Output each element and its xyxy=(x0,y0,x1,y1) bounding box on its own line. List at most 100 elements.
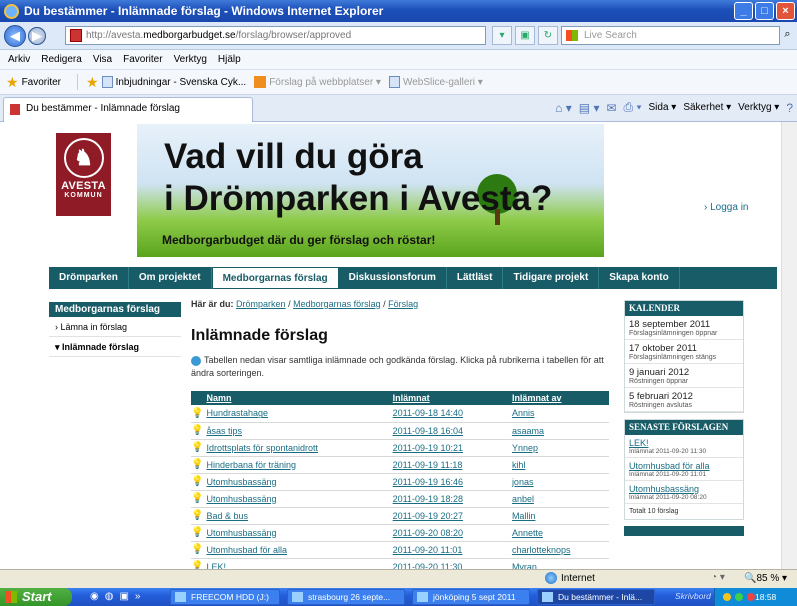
refresh-icon[interactable]: ↻ xyxy=(538,26,558,45)
safety-menu[interactable]: Säkerhet ▾ xyxy=(683,102,731,113)
row-date-link[interactable]: 2011-09-19 11:18 xyxy=(389,456,509,474)
leftnav-item-inlamnade[interactable]: ▾ Inlämnade förslag xyxy=(49,337,181,357)
row-date-link[interactable]: 2011-09-18 14:40 xyxy=(389,405,509,423)
breadcrumb-forslag[interactable]: Förslag xyxy=(388,299,418,309)
row-author-link[interactable]: charlotteknops xyxy=(508,541,609,559)
row-author-link[interactable]: Annette xyxy=(508,524,609,542)
row-date-link[interactable]: 2011-09-19 20:27 xyxy=(389,507,509,525)
quicklaunch-more-icon[interactable]: » xyxy=(135,591,141,602)
feeds-icon[interactable]: ▤ ▾ xyxy=(579,101,600,115)
row-date-link[interactable]: 2011-09-20 11:01 xyxy=(389,541,509,559)
taskbar-button-jonkoping[interactable]: jönköping 5 sept 2011 xyxy=(412,589,530,605)
menu-help[interactable]: Hjälp xyxy=(218,54,241,65)
search-icon[interactable]: ⌕ xyxy=(780,26,795,45)
row-date-link[interactable]: 2011-09-18 16:04 xyxy=(389,422,509,440)
nav-lattlast[interactable]: Lättläst xyxy=(447,267,504,289)
quicklaunch-media-icon[interactable]: ◉ xyxy=(90,591,99,602)
fav-item-webslice[interactable]: WebSlice-galleri ▾ xyxy=(388,76,483,88)
nav-diskussionsforum[interactable]: Diskussionsforum xyxy=(339,267,447,289)
tools-menu[interactable]: Verktyg ▾ xyxy=(738,102,779,113)
minimize-button[interactable]: _ xyxy=(734,2,753,20)
menu-file[interactable]: Arkiv xyxy=(8,54,30,65)
row-name-link[interactable]: Utomhusbad för alla xyxy=(203,541,390,559)
help-icon[interactable]: ? xyxy=(786,101,793,115)
row-author-link[interactable]: Annis xyxy=(508,405,609,423)
row-name-link[interactable]: Idrottsplats för spontanidrott xyxy=(203,439,390,457)
login-link[interactable]: › Logga in xyxy=(704,202,748,213)
address-input[interactable]: http://avesta.medborgarbudget.se/forslag… xyxy=(65,26,486,45)
menu-view[interactable]: Visa xyxy=(93,54,112,65)
column-header-inlamnat-av[interactable]: Inlämnat av xyxy=(508,391,609,405)
search-input[interactable]: Live Search xyxy=(561,26,780,45)
nav-medborgarnas-forslag[interactable]: Medborgarnas förslag xyxy=(211,267,339,289)
row-name-link[interactable]: Utomhusbassäng xyxy=(203,473,390,491)
menu-favorites[interactable]: Favoriter xyxy=(123,54,162,65)
quicklaunch-desktop-icon[interactable]: ▣ xyxy=(119,591,128,602)
latest-item-link[interactable]: Utomhusbad för alla xyxy=(629,461,739,471)
tray-security-icon[interactable] xyxy=(747,593,755,601)
row-name-link[interactable]: Utomhusbassäng xyxy=(203,490,390,508)
dropdown-icon[interactable]: ▾ xyxy=(492,26,512,45)
clock[interactable]: 18:58 xyxy=(755,592,776,602)
tab-current[interactable]: Du bestämmer - Inlämnade förslag xyxy=(3,97,253,122)
close-button[interactable]: × xyxy=(776,2,795,20)
home-icon[interactable]: ⌂ ▾ xyxy=(555,101,572,115)
row-date-link[interactable]: 2011-09-19 10:21 xyxy=(389,439,509,457)
protected-mode-icon[interactable]: ◔ ▾ xyxy=(711,572,725,583)
taskbar-button-strasbourg[interactable]: strasbourg 26 septe... xyxy=(287,589,405,605)
nav-tidigare-projekt[interactable]: Tidigare projekt xyxy=(503,267,600,289)
row-date-link[interactable]: 2011-09-20 11:30 xyxy=(389,558,509,569)
row-name-link[interactable]: Utomhusbassäng xyxy=(203,524,390,542)
menu-tools[interactable]: Verktyg xyxy=(174,54,207,65)
fav-item-suggested[interactable]: Förslag på webbplatser ▾ xyxy=(254,76,381,88)
row-name-link[interactable]: Hinderbana för träning xyxy=(203,456,390,474)
nav-dromparken[interactable]: Drömparken xyxy=(49,267,129,289)
row-name-link[interactable]: Hundrastahage xyxy=(203,405,390,423)
breadcrumb-dromparken[interactable]: Drömparken xyxy=(236,299,286,309)
maximize-button[interactable]: □ xyxy=(755,2,774,20)
avesta-logo[interactable]: ♞ AVESTA KOMMUN xyxy=(56,133,111,216)
favorites-star-icon[interactable]: ★ xyxy=(6,74,19,91)
tray-update-icon[interactable] xyxy=(735,593,743,601)
mail-icon[interactable]: ✉ xyxy=(606,101,616,115)
vertical-scrollbar[interactable] xyxy=(781,122,797,569)
row-author-link[interactable]: kihl xyxy=(508,456,609,474)
forward-button[interactable]: ▶ xyxy=(28,26,46,45)
row-name-link[interactable]: LEK! xyxy=(203,558,390,569)
fav-item-inbjudningar[interactable]: Inbjudningar - Svenska Cyk... xyxy=(101,76,246,88)
favorites-button[interactable]: Favoriter xyxy=(22,77,61,88)
print-icon[interactable]: ⎙ ▾ xyxy=(624,100,642,115)
security-zone[interactable]: Internet xyxy=(545,572,595,584)
desktop-toolbar-label[interactable]: Skrivbord xyxy=(675,591,711,601)
tray-network-icon[interactable] xyxy=(723,593,731,601)
latest-item-link[interactable]: LEK! xyxy=(629,438,739,448)
row-author-link[interactable]: jonas xyxy=(508,473,609,491)
nav-om-projektet[interactable]: Om projektet xyxy=(129,267,212,289)
row-name-link[interactable]: Bad & bus xyxy=(203,507,390,525)
row-date-link[interactable]: 2011-09-20 08:20 xyxy=(389,524,509,542)
leftnav-item-lamna-in[interactable]: › Lämna in förslag xyxy=(49,317,181,337)
column-header-namn[interactable]: Namn xyxy=(203,391,390,405)
taskbar-button-freecom[interactable]: FREECOM HDD (J:) xyxy=(170,589,280,605)
row-date-link[interactable]: 2011-09-19 16:46 xyxy=(389,473,509,491)
row-author-link[interactable]: asaama xyxy=(508,422,609,440)
taskbar-button-ie[interactable]: Du bestämmer - Inlä... xyxy=(537,589,655,605)
row-date-link[interactable]: 2011-09-19 18:28 xyxy=(389,490,509,508)
column-header-inlamnat[interactable]: Inlämnat xyxy=(389,391,509,405)
add-favorite-icon[interactable]: ★ xyxy=(86,74,99,91)
nav-skapa-konto[interactable]: Skapa konto xyxy=(599,267,680,289)
row-author-link[interactable]: Mallin xyxy=(508,507,609,525)
row-author-link[interactable]: anbel xyxy=(508,490,609,508)
compatibility-icon[interactable]: ▣ xyxy=(515,26,535,45)
breadcrumb-medborgarnas-forslag[interactable]: Medborgarnas förslag xyxy=(293,299,381,309)
zoom-control[interactable]: 🔍85 % ▾ xyxy=(744,573,787,584)
menu-edit[interactable]: Redigera xyxy=(41,54,82,65)
row-name-link[interactable]: åsas tips xyxy=(203,422,390,440)
row-author-link[interactable]: Ynnep xyxy=(508,439,609,457)
quicklaunch-browser-icon[interactable]: ◍ xyxy=(105,591,114,602)
back-button[interactable]: ◀ xyxy=(4,24,26,47)
start-button[interactable]: Start xyxy=(0,588,72,606)
page-menu[interactable]: Sida ▾ xyxy=(649,102,677,113)
row-author-link[interactable]: Myran xyxy=(508,558,609,569)
latest-item-link[interactable]: Utomhusbassäng xyxy=(629,484,739,494)
